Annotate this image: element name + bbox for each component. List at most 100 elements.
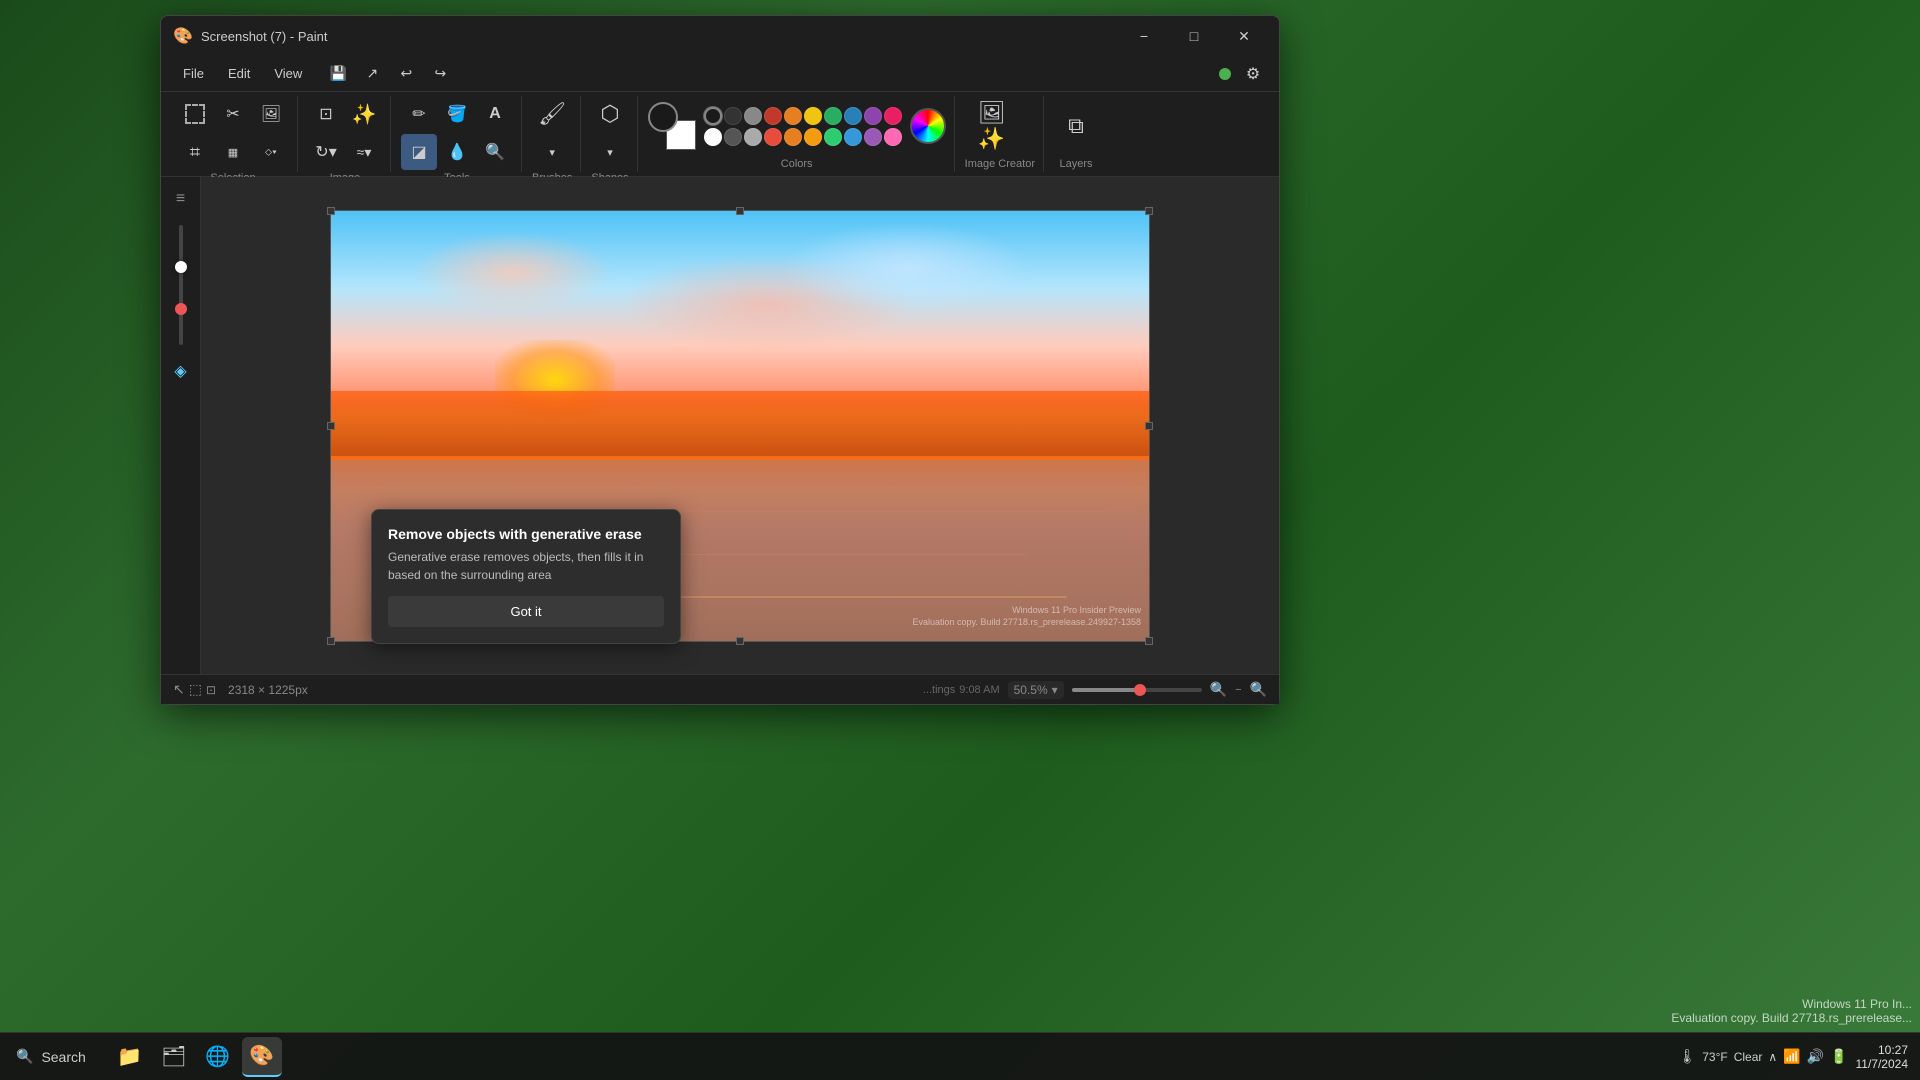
eraser-button[interactable]: ◪ bbox=[401, 134, 437, 170]
swatch-green[interactable] bbox=[824, 107, 842, 125]
shapes-content: ⬡ ▾ bbox=[592, 96, 628, 170]
taskbar-paint[interactable]: 🎨 bbox=[242, 1037, 282, 1077]
swatch-lightpurple[interactable] bbox=[864, 128, 882, 146]
zoom-slider-thumb[interactable] bbox=[175, 261, 187, 273]
zoom-minus-icon: − bbox=[1235, 684, 1241, 696]
adjust-button[interactable]: ≈▾ bbox=[346, 134, 382, 170]
free-select-button[interactable]: ⌗ bbox=[177, 134, 213, 170]
shapes-dropdown[interactable]: ▾ bbox=[592, 134, 628, 170]
ai-image-button[interactable]: ✨ bbox=[346, 96, 382, 132]
swatch-orange[interactable] bbox=[784, 107, 802, 125]
swatch-yellow[interactable] bbox=[804, 107, 822, 125]
fill-button[interactable]: 🪣 bbox=[439, 96, 475, 132]
taskbar-file-explorer[interactable]: 📁 bbox=[110, 1037, 150, 1077]
zoom-out-icon[interactable]: 🔍 bbox=[1210, 681, 1227, 698]
menu-edit[interactable]: Edit bbox=[218, 62, 260, 85]
swatch-darkgray[interactable] bbox=[724, 128, 742, 146]
network-icon[interactable]: 📶 bbox=[1783, 1048, 1800, 1065]
swatch-lightyellow[interactable] bbox=[804, 128, 822, 146]
redo-button[interactable]: ↪ bbox=[426, 60, 454, 88]
menu-view[interactable]: View bbox=[264, 62, 312, 85]
handle-top-mid[interactable] bbox=[736, 207, 744, 215]
system-expand[interactable]: ∧ bbox=[1768, 1050, 1777, 1064]
current-colors[interactable] bbox=[648, 102, 696, 150]
window-title: Screenshot (7) - Paint bbox=[201, 29, 1121, 44]
swatch-lightblue[interactable] bbox=[844, 128, 862, 146]
brush-type-button[interactable]: 🖌 bbox=[534, 96, 570, 132]
undo-button[interactable]: ↩ bbox=[392, 60, 420, 88]
shapes-col: ⬡ ▾ bbox=[592, 96, 628, 170]
handle-mid-right[interactable] bbox=[1145, 422, 1153, 430]
color-picker-button[interactable] bbox=[910, 108, 946, 144]
swatch-pink[interactable] bbox=[884, 107, 902, 125]
share-button[interactable]: ↗ bbox=[358, 60, 386, 88]
left-tool-1[interactable]: ≡ bbox=[167, 185, 195, 213]
resize-icon: ⊡ bbox=[206, 683, 216, 697]
swatch-blue[interactable] bbox=[844, 107, 862, 125]
zoom-bar-thumb[interactable] bbox=[1134, 684, 1146, 696]
select-option-button[interactable]: ⬦▾ bbox=[253, 134, 289, 170]
left-toolbar: ≡ ◈ bbox=[161, 177, 201, 674]
maximize-button[interactable]: □ bbox=[1171, 21, 1217, 51]
image-creator-section: 🖼✨ Image Creator bbox=[957, 96, 1044, 172]
shapes-button[interactable]: ⬡ bbox=[592, 96, 628, 132]
got-it-button[interactable]: Got it bbox=[388, 596, 664, 627]
pencil-button[interactable]: ✏ bbox=[401, 96, 437, 132]
swatch-purple[interactable] bbox=[864, 107, 882, 125]
rotate-button[interactable]: ↻▾ bbox=[308, 134, 344, 170]
select-all-button[interactable]: ▦ bbox=[215, 134, 251, 170]
zoom-bar[interactable] bbox=[1072, 688, 1202, 692]
settings-button[interactable]: ⚙ bbox=[1239, 60, 1267, 88]
crop-button[interactable]: ✂ bbox=[215, 96, 251, 132]
image-watermark: Windows 11 Pro Insider Preview Evaluatio… bbox=[913, 605, 1142, 628]
taskbar-search-area[interactable]: 🔍 Search bbox=[0, 1033, 102, 1080]
rectangle-select-button[interactable] bbox=[177, 96, 213, 132]
image-select-button[interactable]: 🖼 bbox=[253, 96, 289, 132]
swatch-white[interactable] bbox=[704, 128, 722, 146]
tools-section: ✏ 🪣 A ◪ 💧 🔍 Tools bbox=[393, 96, 522, 172]
zoom-display: 50.5% ▾ bbox=[1008, 681, 1064, 699]
handle-bot-right[interactable] bbox=[1145, 637, 1153, 645]
swatch-hotpink[interactable] bbox=[884, 128, 902, 146]
handle-mid-left[interactable] bbox=[327, 422, 335, 430]
swatch-black[interactable] bbox=[704, 107, 722, 125]
zoom-tool[interactable]: 🔍 bbox=[477, 134, 513, 170]
handle-top-left[interactable] bbox=[327, 207, 335, 215]
zoom-slider-track[interactable] bbox=[179, 225, 183, 345]
swatch-gray[interactable] bbox=[744, 107, 762, 125]
swatch-lightgray[interactable] bbox=[744, 128, 762, 146]
screenshots-explorer-icon: 🗂 bbox=[161, 1044, 186, 1069]
zoom-in-icon[interactable]: 🔍 bbox=[1250, 681, 1267, 698]
tools-row2: ◪ 💧 🔍 bbox=[401, 134, 513, 170]
generative-erase-button[interactable]: ◈ bbox=[167, 357, 195, 385]
layers-button[interactable]: ⧉ bbox=[1054, 104, 1098, 148]
image-creator-button[interactable]: 🖼✨ bbox=[978, 104, 1022, 148]
text-button[interactable]: A bbox=[477, 96, 513, 132]
taskbar-edge[interactable]: 🌐 bbox=[198, 1037, 238, 1077]
brushes-content: 🖌 ▾ bbox=[534, 96, 570, 170]
swatch-lightgreen[interactable] bbox=[824, 128, 842, 146]
menu-file[interactable]: File bbox=[173, 62, 214, 85]
handle-bot-left[interactable] bbox=[327, 637, 335, 645]
swatch-dark[interactable] bbox=[724, 107, 742, 125]
image-creator-label: Image Creator bbox=[965, 158, 1035, 172]
taskbar-system: 🌡 73°F Clear ∧ 📶 🔊 🔋 10:27 11/7/2024 bbox=[1678, 1043, 1920, 1071]
swatch-lightorange[interactable] bbox=[784, 128, 802, 146]
image-col2: ✨ ≈▾ bbox=[346, 96, 382, 170]
close-button[interactable]: ✕ bbox=[1221, 21, 1267, 51]
zoom-slider-red[interactable] bbox=[175, 303, 187, 315]
volume-icon[interactable]: 🔊 bbox=[1807, 1048, 1824, 1065]
minimize-button[interactable]: − bbox=[1121, 21, 1167, 51]
color-picker-tool[interactable]: 💧 bbox=[439, 134, 475, 170]
resize-button[interactable]: ⊡ bbox=[308, 96, 344, 132]
taskbar-time[interactable]: 10:27 11/7/2024 bbox=[1856, 1043, 1909, 1071]
swatch-red[interactable] bbox=[764, 107, 782, 125]
save-button[interactable]: 💾 bbox=[324, 60, 352, 88]
brush-dropdown[interactable]: ▾ bbox=[534, 134, 570, 170]
zoom-dropdown[interactable]: ▾ bbox=[1052, 683, 1058, 697]
swatch-lightred[interactable] bbox=[764, 128, 782, 146]
handle-bot-mid[interactable] bbox=[736, 637, 744, 645]
handle-top-right[interactable] bbox=[1145, 207, 1153, 215]
foreground-color[interactable] bbox=[648, 102, 678, 132]
taskbar-screenshots-explorer[interactable]: 🗂 bbox=[154, 1037, 194, 1077]
